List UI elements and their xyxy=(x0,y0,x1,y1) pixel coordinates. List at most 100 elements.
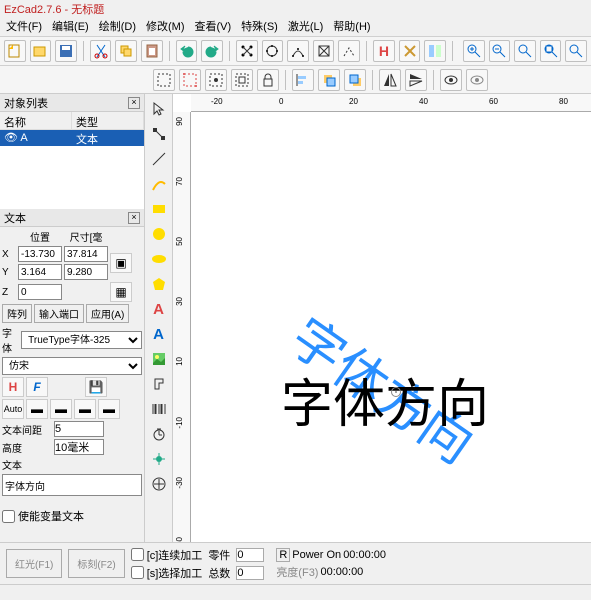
paste-button[interactable] xyxy=(141,40,163,62)
menu-laser[interactable]: 激光(L) xyxy=(288,18,323,36)
dist-input[interactable] xyxy=(54,421,104,437)
sel-all-button[interactable] xyxy=(153,69,175,91)
font-select[interactable]: TrueType字体-325 xyxy=(21,331,142,349)
font-icon[interactable]: F xyxy=(26,377,48,397)
text2-tool[interactable]: A xyxy=(148,323,170,345)
total-value[interactable] xyxy=(236,566,264,580)
circle-tool[interactable] xyxy=(148,223,170,245)
list-body[interactable]: 👁 A 文本 xyxy=(0,130,144,209)
undo-button[interactable] xyxy=(176,40,198,62)
hatch-button[interactable]: H xyxy=(373,40,395,62)
barcode-tool[interactable] xyxy=(148,398,170,420)
canvas-content[interactable]: 字体方向 字体方向 xyxy=(191,112,591,542)
copy-button[interactable] xyxy=(115,40,137,62)
text-tool[interactable]: A xyxy=(148,298,170,320)
align-3-icon[interactable]: ▬ xyxy=(50,399,72,419)
group-button[interactable] xyxy=(205,69,227,91)
y-size-input[interactable] xyxy=(64,264,108,280)
tool-a-button[interactable] xyxy=(236,40,258,62)
tool-d-button[interactable] xyxy=(313,40,335,62)
zoom-out-button[interactable] xyxy=(489,40,511,62)
menu-file[interactable]: 文件(F) xyxy=(6,18,42,36)
col-type[interactable]: 类型 xyxy=(72,112,144,129)
face-select[interactable]: 仿宋 xyxy=(2,357,142,375)
tool-e-button[interactable] xyxy=(338,40,360,62)
zoom-in-button[interactable] xyxy=(463,40,485,62)
new-button[interactable] xyxy=(4,40,26,62)
curve-tool[interactable] xyxy=(148,173,170,195)
image-tool[interactable] xyxy=(148,348,170,370)
menu-draw[interactable]: 绘制(D) xyxy=(99,18,136,36)
mirror-v-button[interactable] xyxy=(405,69,427,91)
x-label: X xyxy=(2,249,16,260)
vector-tool[interactable] xyxy=(148,373,170,395)
node-tool[interactable] xyxy=(148,123,170,145)
lock-button[interactable] xyxy=(257,69,279,91)
canvas[interactable]: -20 0 20 40 60 80 90 70 50 30 10 -10 -30… xyxy=(173,94,591,542)
close-icon[interactable]: × xyxy=(128,97,140,109)
settings-button[interactable] xyxy=(399,40,421,62)
align-left-button[interactable] xyxy=(292,69,314,91)
redo-button[interactable] xyxy=(201,40,223,62)
zoom-all-button[interactable] xyxy=(565,40,587,62)
x-size-input[interactable] xyxy=(64,246,108,262)
canvas-text[interactable]: 字体方向 xyxy=(281,362,489,437)
zoom-fit-button[interactable] xyxy=(514,40,536,62)
height-input[interactable] xyxy=(54,439,104,455)
input-tool[interactable] xyxy=(148,448,170,470)
menu-modify[interactable]: 修改(M) xyxy=(146,18,185,36)
tool-c-button[interactable] xyxy=(287,40,309,62)
grid-icon[interactable]: ▦ xyxy=(110,282,132,302)
zoom-sel-button[interactable] xyxy=(540,40,562,62)
ellipse-tool[interactable] xyxy=(148,248,170,270)
variable-text-checkbox[interactable]: 使能变量文本 xyxy=(2,508,142,524)
anchor-icon[interactable]: ▣ xyxy=(110,253,132,273)
rect-tool[interactable] xyxy=(148,198,170,220)
z-pos-input[interactable] xyxy=(18,284,62,300)
continuous-checkbox[interactable]: [c]连续加工 xyxy=(131,547,203,563)
tool-b-button[interactable] xyxy=(262,40,284,62)
pointer-tool[interactable] xyxy=(148,98,170,120)
mirror-h-button[interactable] xyxy=(379,69,401,91)
x-pos-input[interactable] xyxy=(18,246,62,262)
text-input[interactable] xyxy=(2,474,142,496)
bottom-bar: 红光(F1) 标刻(F2) [c]连续加工 [s]选择加工 零件 总数 RPow… xyxy=(0,542,591,584)
title-bar: EzCad2.7.6 - 无标题 xyxy=(0,0,591,18)
hide-button[interactable] xyxy=(466,69,488,91)
select-checkbox[interactable]: [s]选择加工 xyxy=(131,565,203,581)
col-name[interactable]: 名称 xyxy=(0,112,72,129)
apply-button[interactable]: 应用(A) xyxy=(86,304,129,323)
input-tab[interactable]: 输入端口 xyxy=(34,304,84,323)
show-button[interactable] xyxy=(440,69,462,91)
encoder-tool[interactable] xyxy=(148,473,170,495)
align-4-icon[interactable]: ▬ xyxy=(74,399,96,419)
to-front-button[interactable] xyxy=(318,69,340,91)
sel-box-button[interactable] xyxy=(179,69,201,91)
save-icon[interactable]: 💾 xyxy=(85,377,107,397)
hatch-icon[interactable]: H xyxy=(2,377,24,397)
ungroup-button[interactable] xyxy=(231,69,253,91)
open-button[interactable] xyxy=(30,40,52,62)
save-button[interactable] xyxy=(55,40,77,62)
bright-label: 亮度(F3) xyxy=(276,564,318,580)
to-back-button[interactable] xyxy=(344,69,366,91)
close-icon[interactable]: × xyxy=(128,212,140,224)
redlight-button[interactable]: 红光(F1) xyxy=(6,549,62,578)
mark-button[interactable]: 标刻(F2) xyxy=(68,549,124,578)
align-1-icon[interactable]: Auto xyxy=(2,399,24,419)
menu-special[interactable]: 特殊(S) xyxy=(241,18,278,36)
y-pos-input[interactable] xyxy=(18,264,62,280)
timer-tool[interactable] xyxy=(148,423,170,445)
menu-help[interactable]: 帮助(H) xyxy=(333,18,370,36)
align-5-icon[interactable]: ▬ xyxy=(98,399,120,419)
params-button[interactable] xyxy=(424,40,446,62)
parts-value[interactable] xyxy=(236,548,264,562)
menu-edit[interactable]: 编辑(E) xyxy=(52,18,89,36)
menu-view[interactable]: 查看(V) xyxy=(195,18,232,36)
array-tab[interactable]: 阵列 xyxy=(2,304,32,323)
line-tool[interactable] xyxy=(148,148,170,170)
list-row[interactable]: 👁 A 文本 xyxy=(0,130,144,146)
cut-button[interactable] xyxy=(90,40,112,62)
polygon-tool[interactable] xyxy=(148,273,170,295)
align-2-icon[interactable]: ▬ xyxy=(26,399,48,419)
